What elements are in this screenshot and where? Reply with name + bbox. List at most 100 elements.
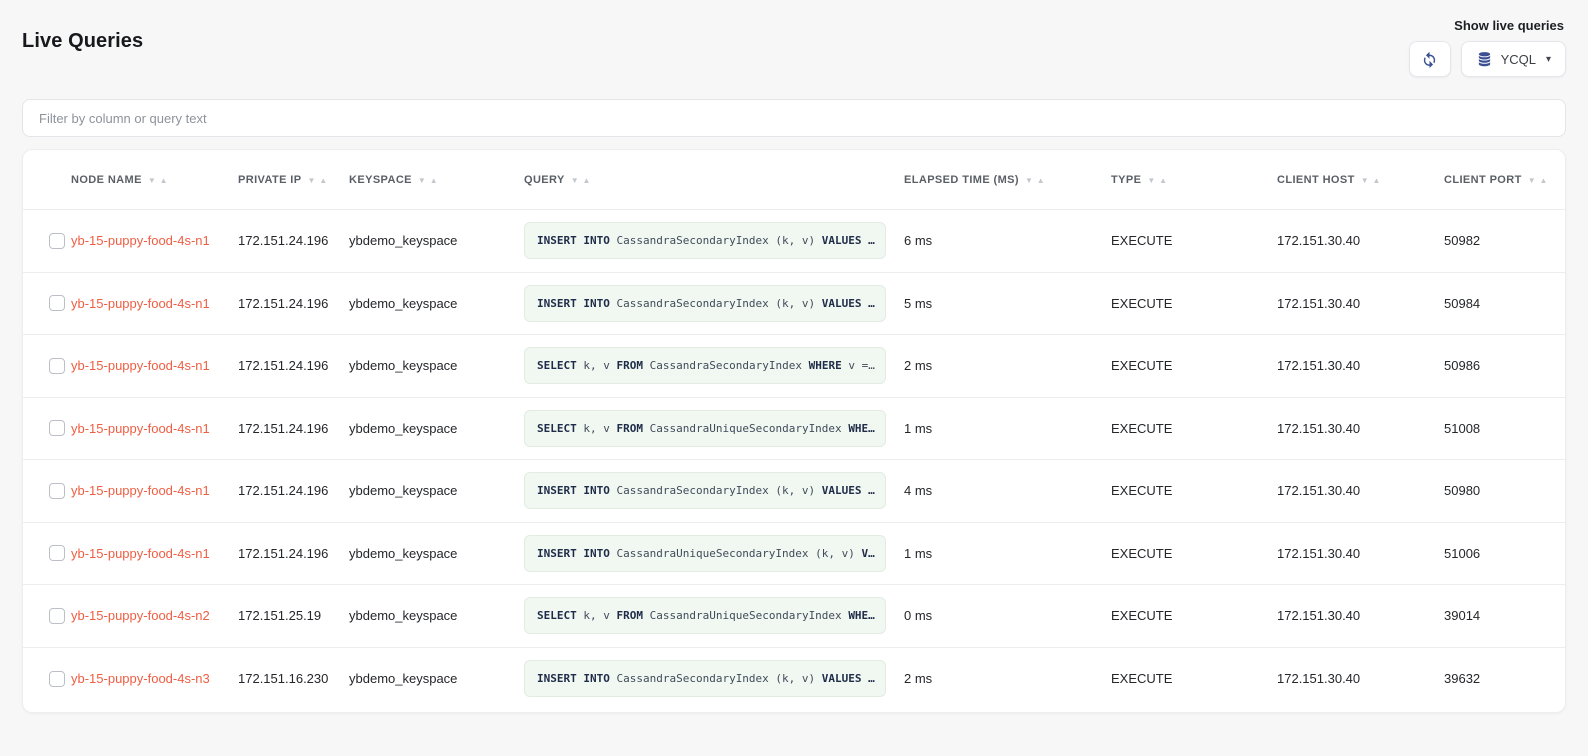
client-host-cell: 172.151.30.40 (1277, 671, 1444, 686)
database-icon (1476, 51, 1493, 68)
elapsed-time-cell: 6 ms (904, 233, 1111, 248)
node-name-link[interactable]: yb-15-puppy-food-4s-n1 (71, 233, 210, 248)
column-header-client-host[interactable]: CLIENT HOST▼ ▲ (1277, 174, 1444, 186)
sort-descending-icon[interactable]: ▼ (1528, 176, 1536, 185)
sort-ascending-icon[interactable]: ▲ (1037, 176, 1045, 185)
node-name-link[interactable]: yb-15-puppy-food-4s-n1 (71, 546, 210, 561)
row-checkbox[interactable] (49, 420, 65, 436)
sort-descending-icon[interactable]: ▼ (571, 176, 579, 185)
table-row: yb-15-puppy-food-4s-n1 172.151.24.196 yb… (23, 335, 1565, 398)
row-checkbox[interactable] (49, 545, 65, 561)
row-checkbox[interactable] (49, 671, 65, 687)
row-checkbox[interactable] (49, 233, 65, 249)
api-selector-value: YCQL (1501, 52, 1536, 67)
query-snippet: SELECT k, v FROM CassandraSecondaryIndex… (524, 347, 886, 384)
private-ip-cell: 172.151.24.196 (238, 421, 349, 436)
elapsed-time-cell: 0 ms (904, 608, 1111, 623)
column-header-elapsed-time[interactable]: ELAPSED TIME (MS)▼ ▲ (904, 174, 1111, 186)
sort-descending-icon[interactable]: ▼ (148, 176, 156, 185)
node-name-link[interactable]: yb-15-puppy-food-4s-n1 (71, 296, 210, 311)
keyspace-cell: ybdemo_keyspace (349, 358, 524, 373)
live-queries-page: Live Queries Show live queries (0, 0, 1588, 713)
sort-descending-icon[interactable]: ▼ (308, 176, 316, 185)
show-live-queries-label: Show live queries (1454, 18, 1564, 33)
sort-descending-icon[interactable]: ▼ (1025, 176, 1033, 185)
elapsed-time-cell: 1 ms (904, 421, 1111, 436)
sort-ascending-icon[interactable]: ▲ (583, 176, 591, 185)
column-header-query[interactable]: QUERY▼ ▲ (524, 174, 904, 186)
queries-table: NODE NAME▼ ▲ PRIVATE IP▼ ▲ KEYSPACE▼ ▲ Q… (22, 149, 1566, 713)
node-name-link[interactable]: yb-15-puppy-food-4s-n1 (71, 421, 210, 436)
table-row: yb-15-puppy-food-4s-n1 172.151.24.196 yb… (23, 273, 1565, 336)
client-port-cell: 50980 (1444, 483, 1565, 498)
type-cell: EXECUTE (1111, 483, 1277, 498)
client-host-cell: 172.151.30.40 (1277, 546, 1444, 561)
elapsed-time-cell: 4 ms (904, 483, 1111, 498)
private-ip-cell: 172.151.24.196 (238, 546, 349, 561)
client-port-cell: 50982 (1444, 233, 1565, 248)
node-name-link[interactable]: yb-15-puppy-food-4s-n2 (71, 608, 210, 623)
sort-descending-icon[interactable]: ▼ (418, 176, 426, 185)
node-name-link[interactable]: yb-15-puppy-food-4s-n3 (71, 671, 210, 686)
client-host-cell: 172.151.30.40 (1277, 296, 1444, 311)
private-ip-cell: 172.151.24.196 (238, 358, 349, 373)
sort-ascending-icon[interactable]: ▲ (1159, 176, 1167, 185)
filter-input[interactable] (22, 99, 1566, 137)
keyspace-cell: ybdemo_keyspace (349, 296, 524, 311)
page-header: Live Queries Show live queries (22, 0, 1566, 77)
private-ip-cell: 172.151.24.196 (238, 296, 349, 311)
column-header-keyspace[interactable]: KEYSPACE▼ ▲ (349, 174, 524, 186)
elapsed-time-cell: 5 ms (904, 296, 1111, 311)
sort-ascending-icon[interactable]: ▲ (319, 176, 327, 185)
sort-ascending-icon[interactable]: ▲ (1540, 176, 1548, 185)
query-snippet: SELECT k, v FROM CassandraUniqueSecondar… (524, 410, 886, 447)
type-cell: EXECUTE (1111, 608, 1277, 623)
client-port-cell: 51008 (1444, 421, 1565, 436)
column-header-type[interactable]: TYPE▼ ▲ (1111, 174, 1277, 186)
filter-bar (22, 99, 1566, 137)
query-snippet: SELECT k, v FROM CassandraUniqueSecondar… (524, 597, 886, 634)
sort-ascending-icon[interactable]: ▲ (160, 176, 168, 185)
refresh-button[interactable] (1409, 41, 1451, 77)
client-host-cell: 172.151.30.40 (1277, 358, 1444, 373)
sort-descending-icon[interactable]: ▼ (1147, 176, 1155, 185)
sort-ascending-icon[interactable]: ▲ (1373, 176, 1381, 185)
type-cell: EXECUTE (1111, 671, 1277, 686)
keyspace-cell: ybdemo_keyspace (349, 608, 524, 623)
sort-ascending-icon[interactable]: ▲ (430, 176, 438, 185)
keyspace-cell: ybdemo_keyspace (349, 233, 524, 248)
type-cell: EXECUTE (1111, 233, 1277, 248)
table-row: yb-15-puppy-food-4s-n1 172.151.24.196 yb… (23, 460, 1565, 523)
client-host-cell: 172.151.30.40 (1277, 483, 1444, 498)
column-header-private-ip[interactable]: PRIVATE IP▼ ▲ (238, 174, 349, 186)
table-body: yb-15-puppy-food-4s-n1 172.151.24.196 yb… (23, 210, 1565, 710)
keyspace-cell: ybdemo_keyspace (349, 671, 524, 686)
chevron-down-icon: ▾ (1546, 54, 1551, 65)
row-checkbox[interactable] (49, 358, 65, 374)
node-name-link[interactable]: yb-15-puppy-food-4s-n1 (71, 358, 210, 373)
column-header-node-name[interactable]: NODE NAME▼ ▲ (71, 174, 238, 186)
table-row: yb-15-puppy-food-4s-n2 172.151.25.19 ybd… (23, 585, 1565, 648)
query-snippet: INSERT INTO CassandraSecondaryIndex (k, … (524, 660, 886, 697)
api-selector-dropdown[interactable]: YCQL ▾ (1461, 41, 1566, 77)
row-checkbox[interactable] (49, 608, 65, 624)
keyspace-cell: ybdemo_keyspace (349, 421, 524, 436)
client-host-cell: 172.151.30.40 (1277, 608, 1444, 623)
keyspace-cell: ybdemo_keyspace (349, 483, 524, 498)
table-row: yb-15-puppy-food-4s-n1 172.151.24.196 yb… (23, 398, 1565, 461)
row-checkbox[interactable] (49, 295, 65, 311)
client-port-cell: 50984 (1444, 296, 1565, 311)
node-name-link[interactable]: yb-15-puppy-food-4s-n1 (71, 483, 210, 498)
sort-descending-icon[interactable]: ▼ (1361, 176, 1369, 185)
table-row: yb-15-puppy-food-4s-n3 172.151.16.230 yb… (23, 648, 1565, 711)
type-cell: EXECUTE (1111, 421, 1277, 436)
client-port-cell: 50986 (1444, 358, 1565, 373)
type-cell: EXECUTE (1111, 296, 1277, 311)
client-port-cell: 39014 (1444, 608, 1565, 623)
elapsed-time-cell: 2 ms (904, 358, 1111, 373)
row-checkbox[interactable] (49, 483, 65, 499)
table-row: yb-15-puppy-food-4s-n1 172.151.24.196 yb… (23, 523, 1565, 586)
column-header-client-port[interactable]: CLIENT PORT▼ ▲ (1444, 174, 1565, 186)
table-header-row: NODE NAME▼ ▲ PRIVATE IP▼ ▲ KEYSPACE▼ ▲ Q… (23, 150, 1565, 210)
client-host-cell: 172.151.30.40 (1277, 421, 1444, 436)
